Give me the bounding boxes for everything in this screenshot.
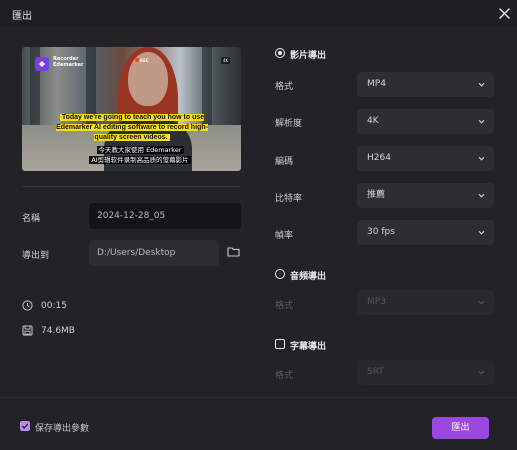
caption-chinese-line-2: AI剪辑软件录制高品质的萤幕影片 [89,156,191,164]
bitrate-select[interactable]: 推薦 [357,183,494,208]
resolution-select-value: 4K [367,116,379,126]
bitrate-label: 比特率 [275,194,303,204]
subtitle-format-select: SRT [357,360,494,385]
caption-english: Today we're going to teach you how to us… [46,112,218,142]
export-path-input[interactable]: D:/Users/Desktop [89,240,219,266]
chevron-down-icon [478,370,485,375]
video-export-title: 影片導出 [290,51,327,61]
footer-divider [0,397,517,398]
format-select-value: MP4 [367,79,386,89]
close-icon[interactable] [497,6,512,21]
record-dot-icon [135,58,139,62]
preview-logo-text: Recorder Edemarker [53,56,83,68]
subtitle-format-label: 格式 [275,371,294,381]
dialog-title: 匯出 [12,11,32,22]
name-input[interactable]: 2024-12-28_05 [89,203,241,229]
video-export-radio[interactable] [275,48,285,58]
save-icon [22,325,33,336]
section-divider [22,186,241,187]
format-label: 格式 [275,82,294,92]
subtitle-format-select-value: SRT [367,367,384,377]
chevron-down-icon [478,119,485,124]
audio-format-label: 格式 [275,301,294,311]
chevron-down-icon [478,230,485,235]
chevron-down-icon [478,193,485,198]
framerate-select-value: 30 fps [367,227,395,237]
rec-badge: REC [140,58,149,63]
subtitle-export-checkbox[interactable] [275,339,285,349]
framerate-label: 幀率 [275,231,294,241]
codec-select-value: H264 [367,153,391,163]
audio-export-title: 音頻導出 [290,272,327,282]
app-logo-icon [35,57,49,71]
export-to-label: 導出到 [22,251,50,261]
title-bar: 匯出 [0,0,517,27]
chevron-down-icon [478,82,485,87]
video-preview: Recorder Edemarker REC 4K Today we're go… [22,47,241,171]
caption-chinese-line-1: 今天教大家使用 Edemarker [96,146,184,154]
file-size-value: 74.6MB [41,326,75,336]
clock-icon [22,300,33,311]
resolution-select[interactable]: 4K [357,109,494,134]
codec-select[interactable]: H264 [357,146,494,171]
framerate-select[interactable]: 30 fps [357,220,494,245]
resolution-label: 解析度 [275,119,303,129]
save-params-checkbox[interactable] [20,421,30,431]
chevron-down-icon [478,156,485,161]
codec-label: 編碼 [275,157,294,167]
duration-value: 00:15 [41,301,67,311]
audio-format-select: MP3 [357,290,494,315]
audio-export-radio[interactable] [275,269,285,279]
export-button[interactable]: 匯出 [432,417,489,439]
checkmark-icon [21,423,29,429]
format-select[interactable]: MP4 [357,72,494,97]
subtitle-export-title: 字幕導出 [290,342,327,352]
preview-logo-name: Edemarker [53,62,84,68]
chevron-down-icon [478,300,485,305]
bitrate-select-value: 推薦 [367,190,386,200]
caption-english-text: Today we're going to teach you how to us… [56,114,208,141]
caption-chinese: 今天教大家使用 Edemarker AI剪辑软件录制高品质的萤幕影片 [60,145,220,165]
save-params-label: 保存導出參數 [35,424,90,434]
name-label: 名稱 [22,214,41,224]
resolution-badge: 4K [221,57,231,64]
folder-icon[interactable] [227,246,240,257]
audio-format-select-value: MP3 [367,297,386,307]
